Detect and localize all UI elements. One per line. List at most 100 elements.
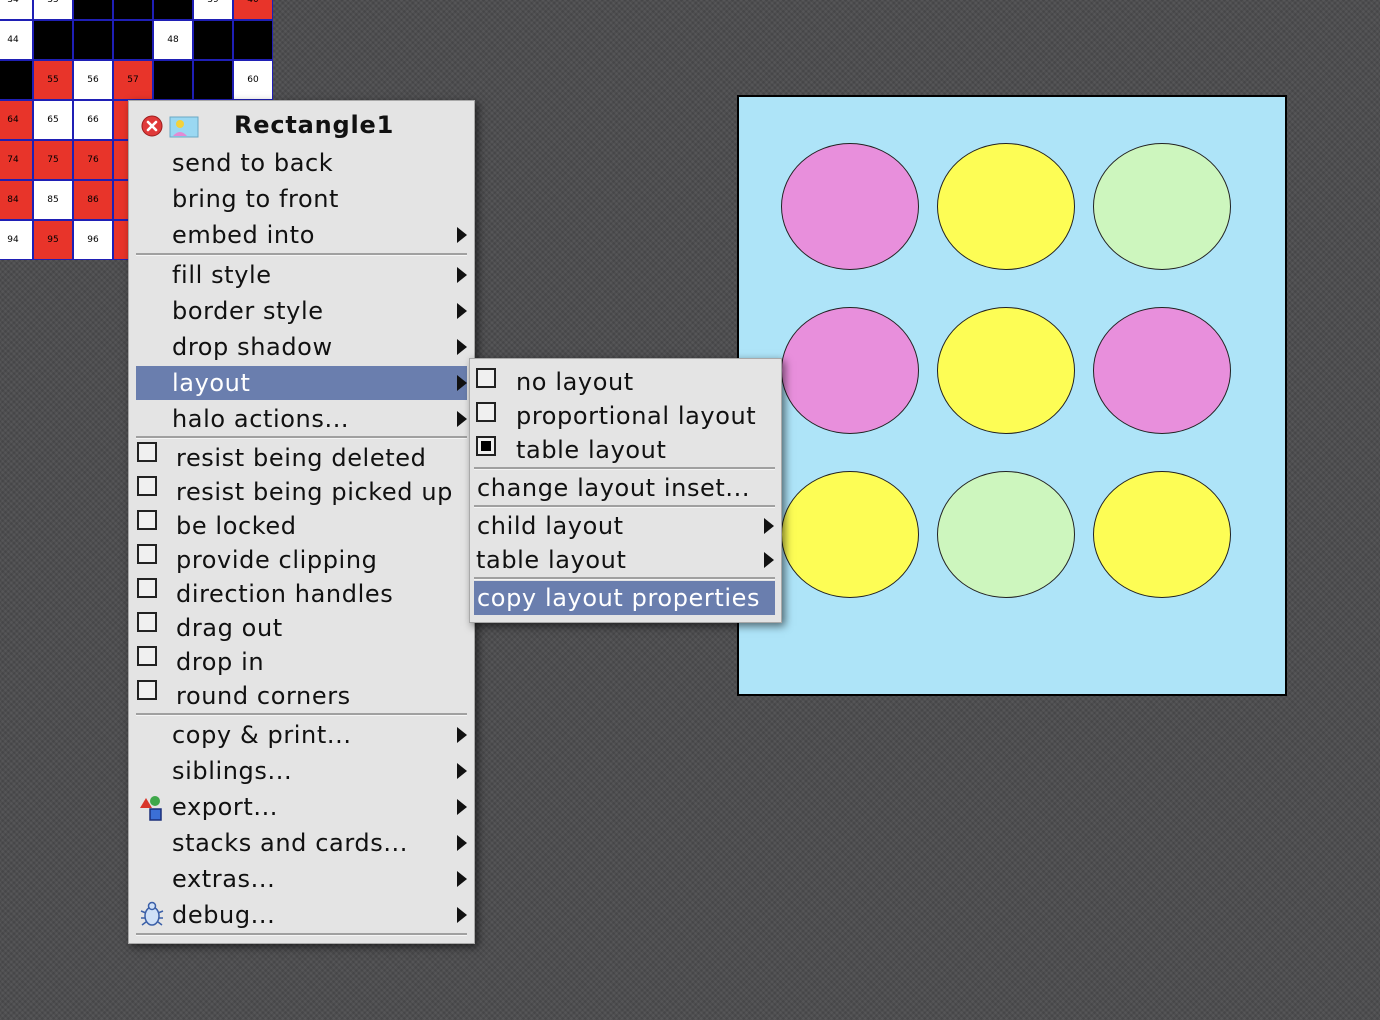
circle[interactable] — [1093, 307, 1231, 434]
grid-cell: 96 — [73, 220, 113, 260]
send-to-back-item[interactable]: send to back — [136, 146, 467, 180]
checkbox[interactable] — [137, 578, 157, 598]
grid-cell: 95 — [33, 220, 73, 260]
circle[interactable] — [937, 307, 1075, 434]
checkbox[interactable] — [137, 646, 157, 666]
grid-cell: 40 — [233, 0, 273, 20]
submenu-arrow-icon — [457, 727, 467, 743]
grid-cell: 57 — [113, 60, 153, 100]
grid-cell: 39 — [193, 0, 233, 20]
submenu-arrow-icon — [457, 375, 467, 391]
checkbox[interactable] — [137, 544, 157, 564]
grid-cell — [73, 0, 113, 20]
grid-cell: 84 — [0, 180, 33, 220]
layout-submenu: no layout proportional layout table layo… — [469, 358, 782, 623]
debug-item[interactable]: debug... — [136, 898, 467, 932]
fill-style-item[interactable]: fill style — [136, 258, 467, 292]
round-corners-item[interactable]: round corners — [136, 679, 467, 713]
menu-title: Rectangle1 — [234, 111, 395, 139]
grid-cell: 44 — [0, 20, 33, 60]
grid-cell — [193, 20, 233, 60]
submenu-arrow-icon — [457, 871, 467, 887]
separator — [474, 467, 775, 470]
proportional-layout-item[interactable]: proportional layout — [474, 399, 775, 433]
export-item[interactable]: export... — [136, 790, 467, 824]
be-locked-item[interactable]: be locked — [136, 509, 467, 543]
context-menu: Rectangle1 send to back bring to front e… — [128, 100, 475, 944]
grid-cell: 55 — [33, 60, 73, 100]
grid-cell: 86 — [73, 180, 113, 220]
table-layout-item[interactable]: table layout — [474, 543, 775, 577]
grid-cell — [113, 0, 153, 20]
grid-cell — [193, 60, 233, 100]
submenu-arrow-icon — [457, 763, 467, 779]
bring-to-front-item[interactable]: bring to front — [136, 182, 467, 216]
morph-image-icon — [169, 116, 199, 138]
copy-layout-properties-item[interactable]: copy layout properties — [474, 581, 775, 615]
provide-clipping-item[interactable]: provide clipping — [136, 543, 467, 577]
stacks-and-cards-item[interactable]: stacks and cards... — [136, 826, 467, 860]
extras-item[interactable]: extras... — [136, 862, 467, 896]
circle[interactable] — [781, 471, 919, 598]
checkbox[interactable] — [476, 368, 496, 388]
separator — [136, 253, 467, 256]
checkbox[interactable] — [137, 510, 157, 530]
child-layout-item[interactable]: child layout — [474, 509, 775, 543]
grid-cell: 60 — [233, 60, 273, 100]
submenu-arrow-icon — [457, 799, 467, 815]
separator — [474, 577, 775, 580]
border-style-item[interactable]: border style — [136, 294, 467, 328]
circle[interactable] — [937, 143, 1075, 270]
copy-print-item[interactable]: copy & print... — [136, 718, 467, 752]
resist-picked-up-item[interactable]: resist being picked up — [136, 475, 467, 509]
submenu-arrow-icon — [457, 411, 467, 427]
submenu-arrow-icon — [457, 339, 467, 355]
drop-shadow-item[interactable]: drop shadow — [136, 330, 467, 364]
export-icon — [138, 792, 168, 822]
submenu-arrow-icon — [457, 267, 467, 283]
checkbox[interactable] — [476, 402, 496, 422]
grid-cell: 85 — [33, 180, 73, 220]
separator — [136, 933, 467, 936]
close-icon[interactable] — [141, 115, 163, 137]
checkbox[interactable] — [137, 680, 157, 700]
resist-deleted-item[interactable]: resist being deleted — [136, 441, 467, 475]
no-layout-item[interactable]: no layout — [474, 365, 775, 399]
grid-cell — [233, 20, 273, 60]
circle[interactable] — [1093, 143, 1231, 270]
circle[interactable] — [781, 143, 919, 270]
checkbox[interactable] — [137, 612, 157, 632]
grid-cell: 94 — [0, 220, 33, 260]
drop-in-item[interactable]: drop in — [136, 645, 467, 679]
submenu-arrow-icon — [457, 835, 467, 851]
direction-handles-item[interactable]: direction handles — [136, 577, 467, 611]
grid-cell: 35 — [33, 0, 73, 20]
rectangle1[interactable] — [737, 95, 1287, 696]
checkbox[interactable] — [137, 442, 157, 462]
halo-actions-item[interactable]: halo actions... — [136, 402, 467, 436]
checkbox-checked[interactable] — [476, 436, 496, 456]
circle[interactable] — [937, 471, 1075, 598]
drag-out-item[interactable]: drag out — [136, 611, 467, 645]
submenu-arrow-icon — [457, 907, 467, 923]
grid-cell: 76 — [73, 140, 113, 180]
siblings-item[interactable]: siblings... — [136, 754, 467, 788]
grid-cell: 64 — [0, 100, 33, 140]
checkbox[interactable] — [137, 476, 157, 496]
circle[interactable] — [781, 307, 919, 434]
embed-into-item[interactable]: embed into — [136, 218, 467, 252]
grid-cell — [33, 20, 73, 60]
grid-cell — [73, 20, 113, 60]
grid-cell: 75 — [33, 140, 73, 180]
grid-cell — [153, 60, 193, 100]
separator — [136, 713, 467, 716]
grid-cell — [153, 0, 193, 20]
grid-cell: 65 — [33, 100, 73, 140]
submenu-arrow-icon — [764, 552, 774, 568]
circle[interactable] — [1093, 471, 1231, 598]
change-layout-inset-item[interactable]: change layout inset... — [474, 471, 775, 505]
layout-item[interactable]: layout — [136, 366, 467, 400]
submenu-arrow-icon — [457, 303, 467, 319]
grid-cell: 66 — [73, 100, 113, 140]
table-layout-option-item[interactable]: table layout — [474, 433, 775, 467]
